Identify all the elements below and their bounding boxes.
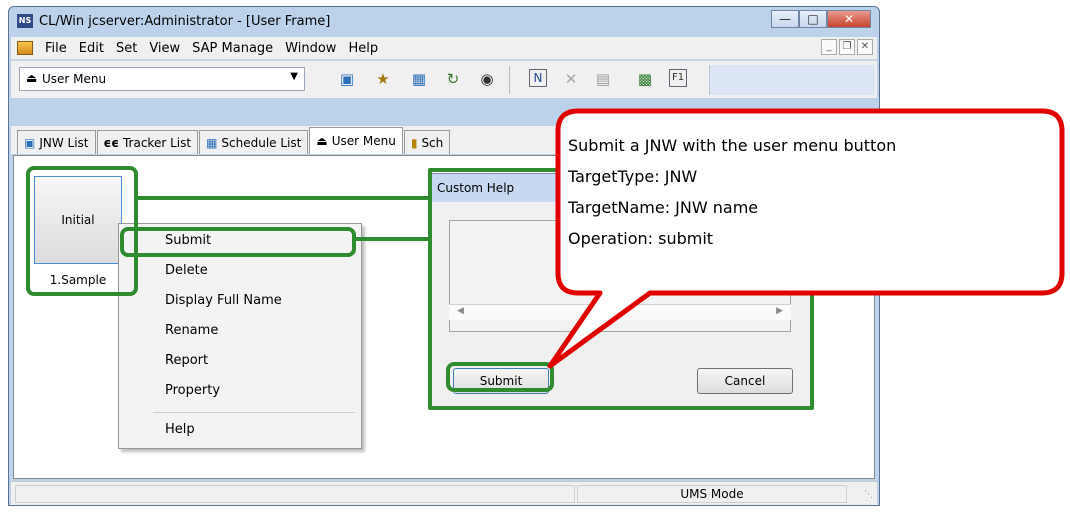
callout-line: Submit a JNW with the user menu button [568,136,897,155]
callout-line: TargetType: JNW [568,167,698,186]
callout-line: TargetName: JNW name [568,198,759,217]
callout-line: Operation: submit [568,229,714,248]
callout-text: Submit a JNW with the user menu button T… [568,130,1048,254]
callout-bubble [547,108,1065,369]
